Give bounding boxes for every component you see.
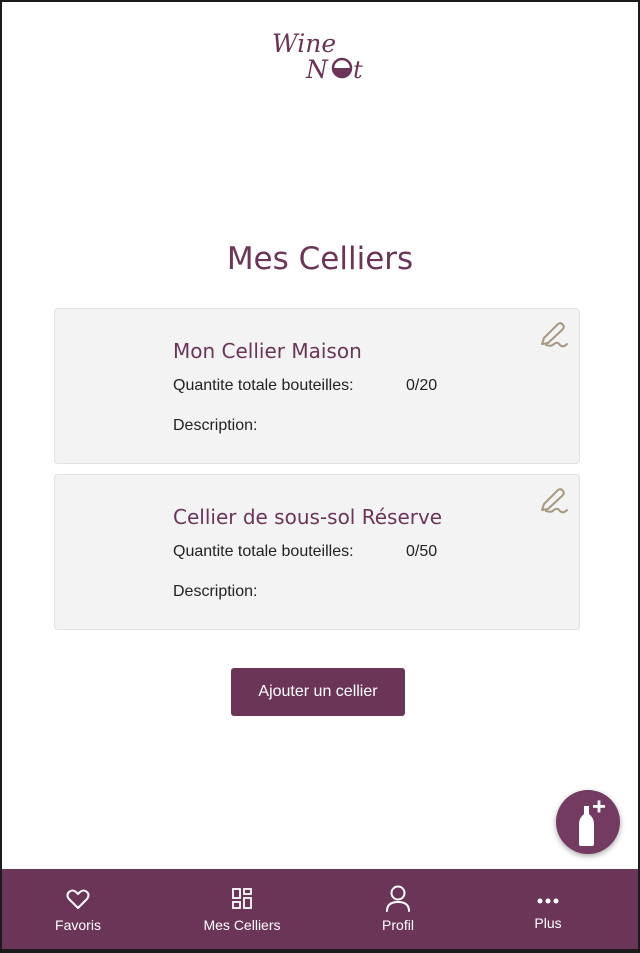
nav-label: Plus bbox=[534, 915, 562, 931]
quantity-label: Quantite totale bouteilles: bbox=[173, 543, 354, 560]
svg-text:t: t bbox=[353, 56, 363, 84]
svg-text:N: N bbox=[305, 55, 329, 84]
cellar-name: Mon Cellier Maison bbox=[173, 339, 362, 363]
nav-item-profil[interactable]: Profil bbox=[364, 869, 432, 949]
heart-icon bbox=[66, 889, 90, 909]
wine-not-logo: Wine N t bbox=[272, 29, 363, 84]
add-cellar-button[interactable]: Ajouter un cellier bbox=[231, 668, 405, 716]
nav-item-mes-celliers[interactable]: Mes Celliers bbox=[192, 869, 292, 949]
cellar-name: Cellier de sous-sol Réserve bbox=[173, 505, 443, 529]
quantity-value: 0/50 bbox=[406, 543, 438, 560]
quantity-label: Quantite totale bouteilles: bbox=[173, 377, 354, 394]
nav-label: Profil bbox=[382, 917, 414, 933]
dashboard-icon bbox=[232, 888, 252, 909]
bottom-navigation: Favoris Mes Celliers Profil Plus bbox=[2, 869, 638, 949]
pen-icon[interactable] bbox=[537, 319, 569, 351]
add-bottle-icon bbox=[579, 800, 605, 846]
page-title: Mes Celliers bbox=[226, 240, 414, 277]
description-label: Description: bbox=[173, 417, 258, 434]
quantity-value: 0/20 bbox=[406, 377, 438, 394]
cellar-card[interactable]: Cellier de sous-sol Réserve Quantite tot… bbox=[54, 474, 580, 630]
cellar-card[interactable]: Mon Cellier Maison Quantite totale boute… bbox=[54, 308, 580, 464]
nav-label: Mes Celliers bbox=[203, 917, 281, 933]
user-icon bbox=[386, 885, 410, 912]
nav-item-plus[interactable]: Plus bbox=[518, 869, 578, 949]
pen-icon[interactable] bbox=[537, 485, 569, 517]
more-icon bbox=[537, 898, 559, 904]
svg-text:Wine: Wine bbox=[272, 29, 336, 58]
nav-label: Favoris bbox=[55, 917, 101, 933]
nav-item-favoris[interactable]: Favoris bbox=[38, 869, 118, 949]
description-label: Description: bbox=[173, 583, 258, 600]
add-bottle-button[interactable] bbox=[556, 790, 620, 854]
app-screen: Wine N t Mes Celliers Mon Cellier Maison… bbox=[2, 2, 638, 949]
